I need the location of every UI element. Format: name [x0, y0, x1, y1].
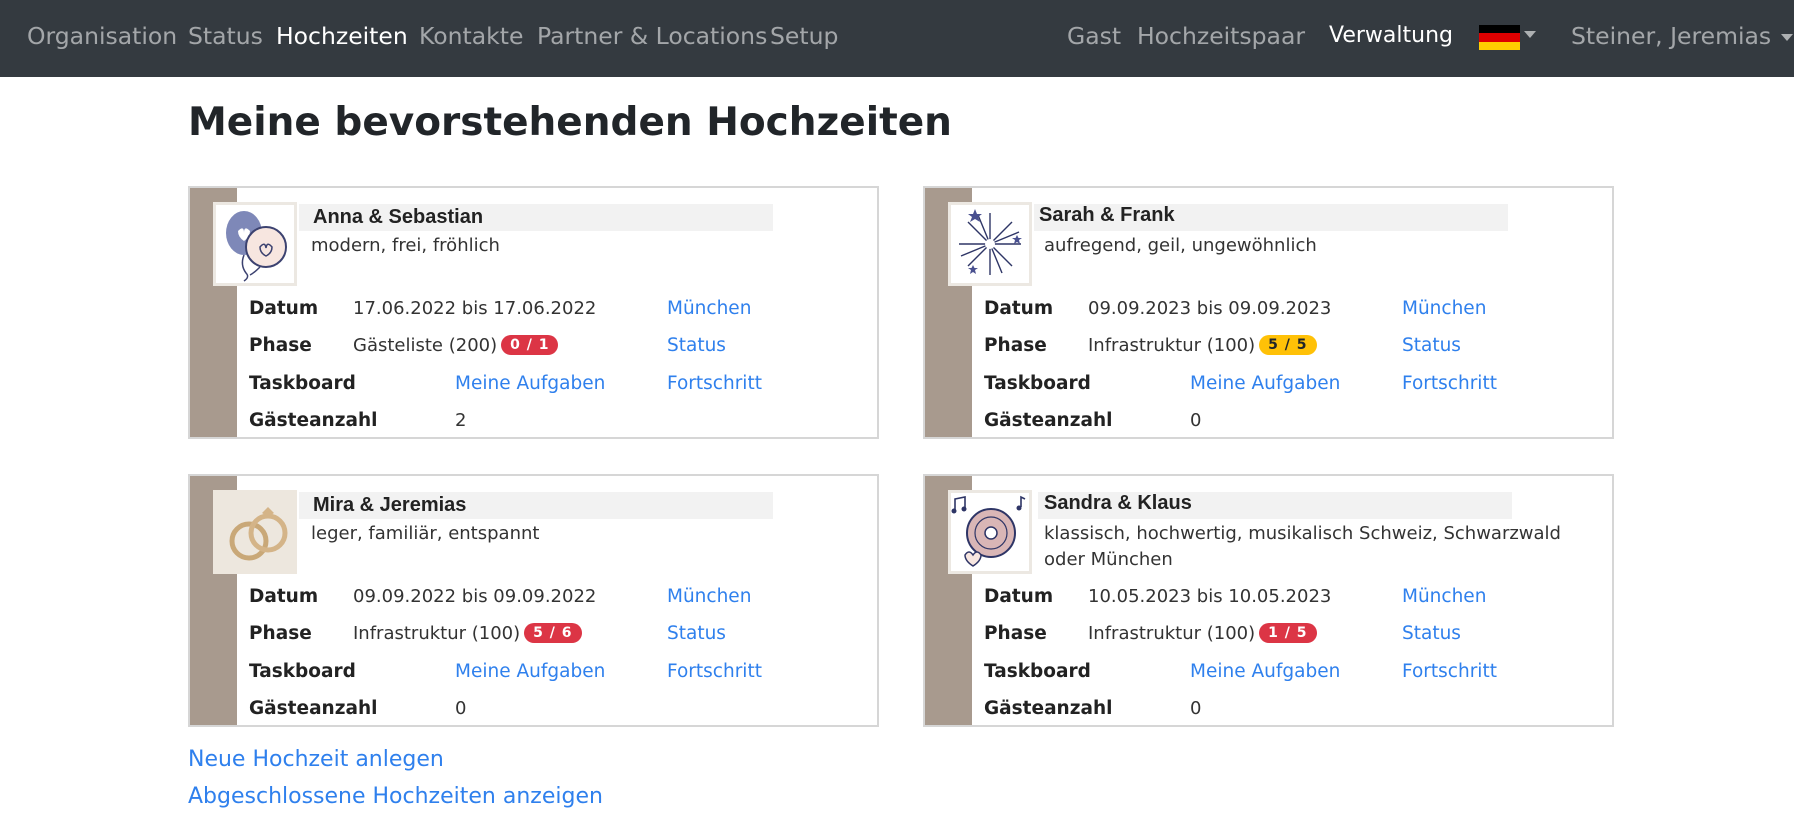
phase-text: Gästeliste (200): [353, 335, 498, 356]
guest-count: 0: [1190, 410, 1202, 431]
date-value: 17.06.2022 bis 17.06.2022: [353, 298, 597, 319]
progress-link[interactable]: Fortschritt: [667, 373, 762, 394]
wedding-tags: modern, frei, fröhlich: [311, 235, 500, 256]
my-tasks-link[interactable]: Meine Aufgaben: [455, 373, 605, 394]
new-wedding-link[interactable]: Neue Hochzeit anlegen: [188, 747, 444, 772]
wedding-tags: aufregend, geil, ungewöhnlich: [1044, 235, 1317, 256]
phase-badge: 1 / 5: [1259, 623, 1317, 643]
phase-text: Infrastruktur (100): [1088, 335, 1256, 356]
couple-name: Sarah & Frank: [1039, 204, 1175, 226]
phase-value: Gästeliste (200) 0 / 1: [353, 335, 559, 356]
phase-badge: 0 / 1: [501, 335, 559, 355]
wedding-card: Mira & Jeremias leger, familiär, entspan…: [188, 474, 879, 727]
date-value: 10.05.2023 bis 10.05.2023: [1088, 586, 1332, 607]
wedding-card: Anna & Sebastian modern, frei, fröhlich …: [188, 186, 879, 439]
nav-item-status[interactable]: Status: [188, 0, 263, 72]
phase-label: Phase: [249, 623, 312, 644]
location-link[interactable]: München: [1402, 298, 1486, 319]
date-value: 09.09.2023 bis 09.09.2023: [1088, 298, 1332, 319]
phase-value: Infrastruktur (100) 1 / 5: [1088, 623, 1317, 644]
couple-name-bar: Sarah & Frank: [1034, 204, 1508, 231]
nav-item-setup[interactable]: Setup: [770, 0, 838, 72]
guest-count: 0: [455, 698, 467, 719]
taskboard-label: Taskboard: [984, 661, 1091, 682]
nav-item-kontakte[interactable]: Kontakte: [419, 0, 523, 72]
nav-item-organisation[interactable]: Organisation: [27, 0, 177, 72]
nav-item-partner-locations[interactable]: Partner & Locations: [537, 0, 767, 72]
taskboard-label: Taskboard: [249, 373, 356, 394]
couple-name: Sandra & Klaus: [1044, 492, 1192, 514]
progress-link[interactable]: Fortschritt: [1402, 661, 1497, 682]
page-title: Meine bevorstehenden Hochzeiten: [188, 100, 952, 145]
date-label: Datum: [249, 298, 319, 319]
nav-item-verwaltung[interactable]: Verwaltung: [1329, 0, 1453, 72]
progress-link[interactable]: Fortschritt: [667, 661, 762, 682]
user-caret-icon: [1781, 34, 1794, 41]
phase-badge: 5 / 6: [524, 623, 582, 643]
couple-name-bar: Mira & Jeremias: [299, 492, 773, 519]
show-completed-weddings-link[interactable]: Abgeschlossene Hochzeiten anzeigen: [188, 784, 603, 809]
phase-text: Infrastruktur (100): [353, 623, 521, 644]
taskboard-label: Taskboard: [984, 373, 1091, 394]
progress-link[interactable]: Fortschritt: [1402, 373, 1497, 394]
location-link[interactable]: München: [667, 586, 751, 607]
top-navbar: Organisation Status Hochzeiten Kontakte …: [0, 0, 1794, 77]
location-link[interactable]: München: [1402, 586, 1486, 607]
date-label: Datum: [249, 586, 319, 607]
german-flag-icon[interactable]: [1479, 25, 1520, 50]
guests-label: Gästeanzahl: [249, 410, 378, 431]
phase-label: Phase: [984, 623, 1047, 644]
date-value: 09.09.2022 bis 09.09.2022: [353, 586, 597, 607]
couple-name: Mira & Jeremias: [313, 494, 467, 516]
date-label: Datum: [984, 586, 1054, 607]
couple-name-bar: Sandra & Klaus: [1038, 492, 1512, 519]
user-menu[interactable]: Steiner, Jeremias: [1571, 0, 1794, 72]
taskboard-label: Taskboard: [249, 661, 356, 682]
wedding-card: Sarah & Frank aufregend, geil, ungewöhnl…: [923, 186, 1614, 439]
guests-label: Gästeanzahl: [984, 698, 1113, 719]
location-link[interactable]: München: [667, 298, 751, 319]
guests-label: Gästeanzahl: [249, 698, 378, 719]
rings-icon: [213, 490, 297, 574]
language-caret-icon[interactable]: [1524, 31, 1536, 38]
phase-label: Phase: [249, 335, 312, 356]
nav-item-hochzeitspaar[interactable]: Hochzeitspaar: [1137, 0, 1305, 72]
phase-text: Infrastruktur (100): [1088, 623, 1256, 644]
date-label: Datum: [984, 298, 1054, 319]
my-tasks-link[interactable]: Meine Aufgaben: [1190, 661, 1340, 682]
wedding-card: Sandra & Klaus klassisch, hochwertig, mu…: [923, 474, 1614, 727]
phase-label: Phase: [984, 335, 1047, 356]
status-link[interactable]: Status: [667, 623, 726, 644]
status-link[interactable]: Status: [667, 335, 726, 356]
phase-badge: 5 / 5: [1259, 335, 1317, 355]
guests-label: Gästeanzahl: [984, 410, 1113, 431]
balloons-icon: [213, 202, 297, 286]
fireworks-icon: [948, 202, 1032, 286]
phase-value: Infrastruktur (100) 5 / 5: [1088, 335, 1317, 356]
guest-count: 0: [1190, 698, 1202, 719]
couple-name: Anna & Sebastian: [313, 206, 484, 228]
couple-name-bar: Anna & Sebastian: [299, 204, 773, 231]
user-name: Steiner, Jeremias: [1571, 22, 1772, 50]
phase-value: Infrastruktur (100) 5 / 6: [353, 623, 582, 644]
nav-item-gast[interactable]: Gast: [1067, 0, 1121, 72]
status-link[interactable]: Status: [1402, 335, 1461, 356]
my-tasks-link[interactable]: Meine Aufgaben: [455, 661, 605, 682]
wedding-tags: leger, familiär, entspannt: [311, 523, 540, 544]
wedding-tags: klassisch, hochwertig, musikalisch Schwe…: [1044, 523, 1561, 570]
my-tasks-link[interactable]: Meine Aufgaben: [1190, 373, 1340, 394]
guest-count: 2: [455, 410, 467, 431]
status-link[interactable]: Status: [1402, 623, 1461, 644]
nav-item-hochzeiten[interactable]: Hochzeiten: [276, 0, 408, 72]
vinyl-record-icon: [948, 490, 1032, 574]
